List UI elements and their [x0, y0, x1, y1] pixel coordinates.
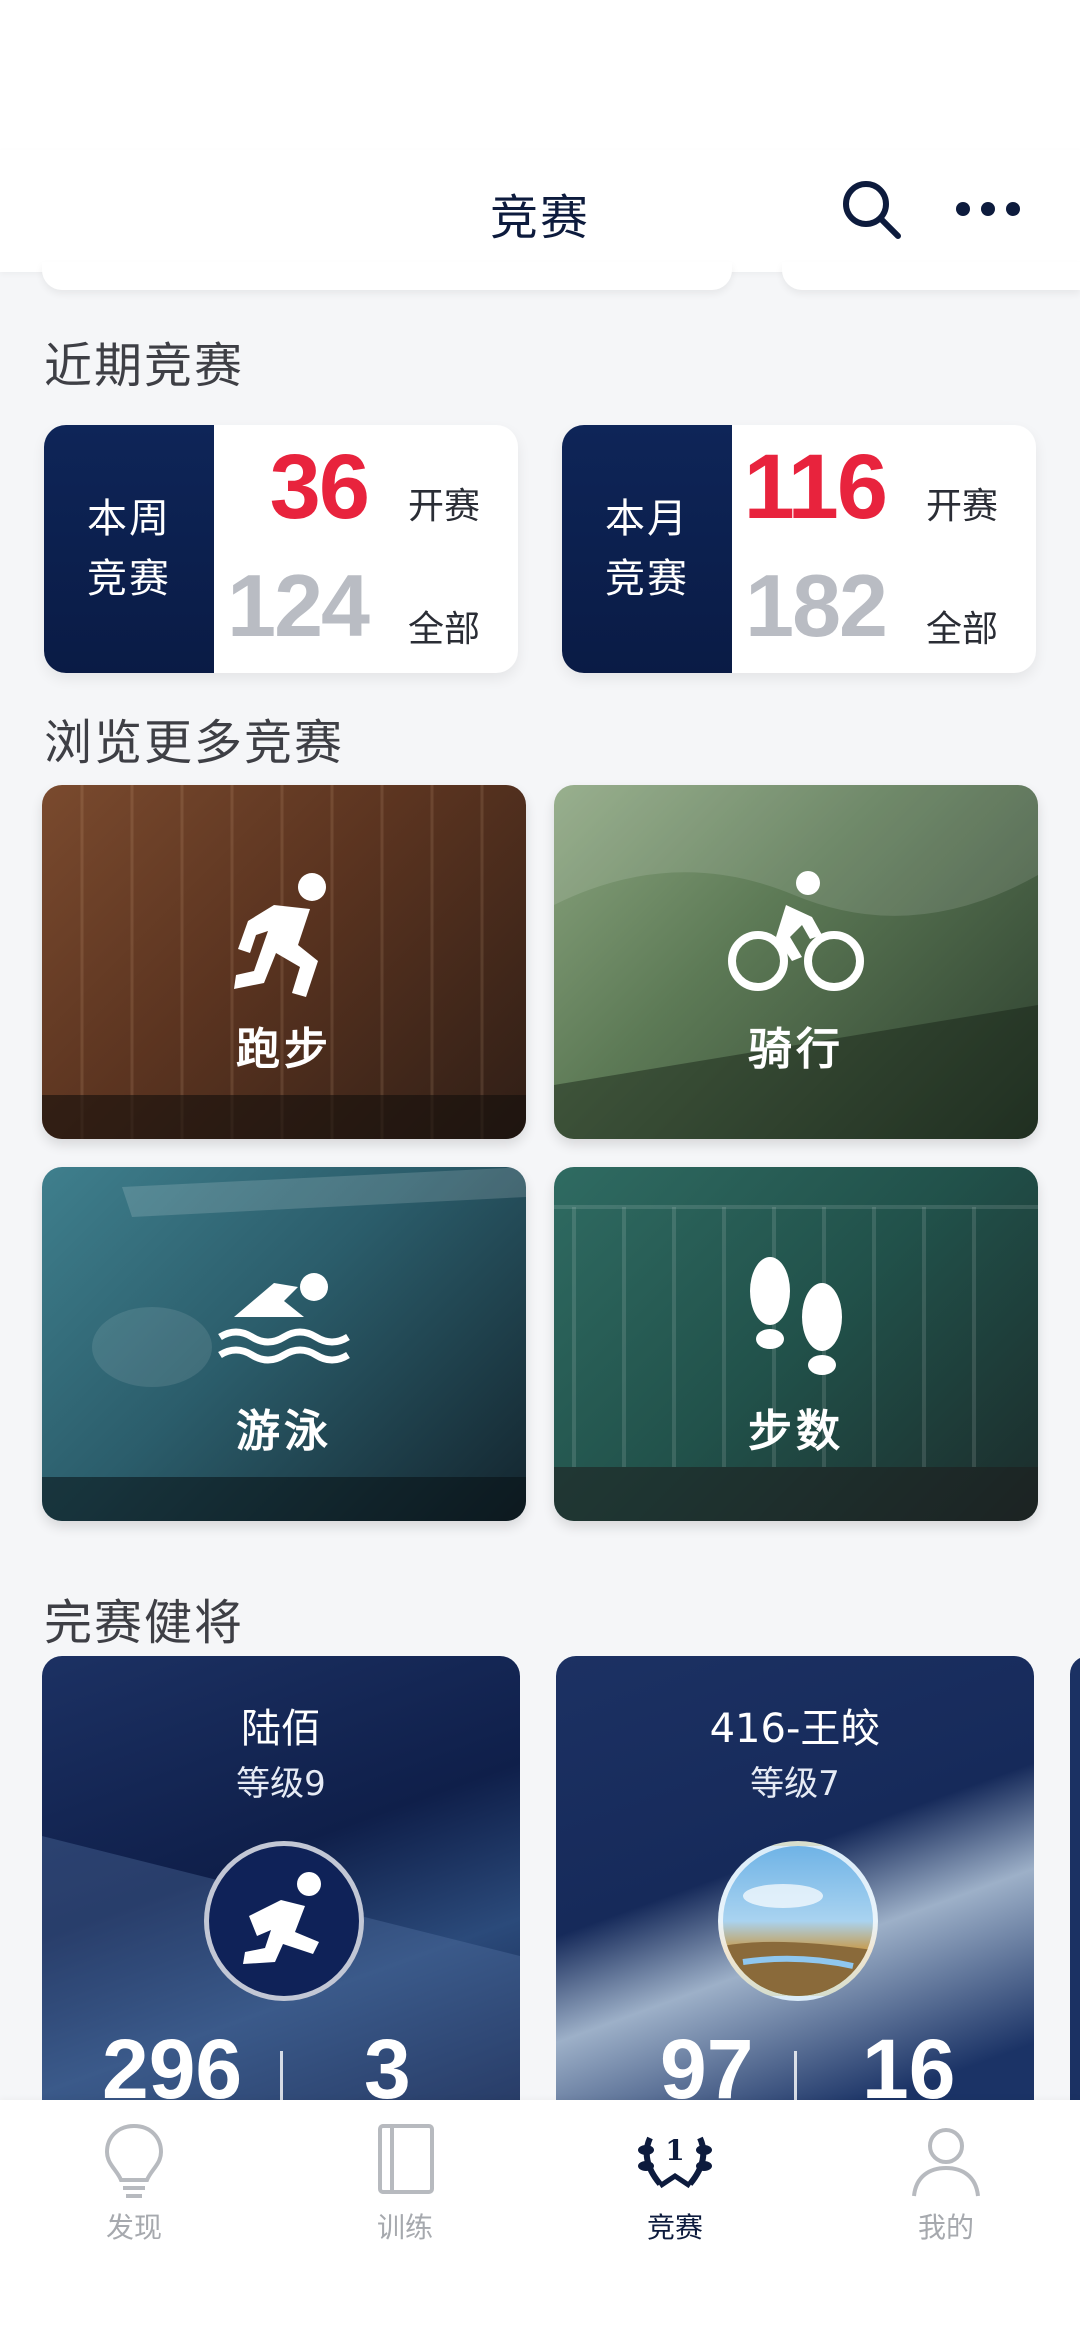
more-icon [956, 202, 1020, 216]
nav-item-discover[interactable]: 发现 [34, 2120, 234, 2270]
weekly-competition-card[interactable]: 本周 竞赛 36 开赛 124 全部 [44, 425, 518, 673]
swimming-icon [218, 1273, 350, 1364]
browse-section-title: 浏览更多竞赛 [44, 715, 345, 771]
athlete-stat-left: 296 [102, 2022, 243, 2106]
total-count: 124 [227, 556, 370, 655]
carousel-card-partial[interactable] [782, 262, 1080, 290]
athlete-stat-right: 16 [862, 2022, 956, 2106]
athlete-level: 等级7 [750, 1764, 840, 1804]
athlete-name: 陆佰 [241, 1706, 321, 1752]
athlete-card[interactable]: 陆佰 等级9 296 3 [42, 1656, 520, 2106]
status-bar-area [0, 0, 1080, 150]
total-count: 182 [745, 556, 888, 655]
running-tile[interactable]: 跑步 [42, 785, 526, 1139]
running-icon [234, 873, 326, 997]
open-count: 116 [743, 436, 888, 538]
monthly-competition-card[interactable]: 本月 竞赛 116 开赛 182 全部 [562, 425, 1036, 673]
book-icon [378, 2124, 434, 2194]
bottom-navigation: 发现 训练 1 竞赛 我的 [0, 2100, 1080, 2339]
athlete-level: 等级9 [236, 1764, 326, 1804]
carousel-card-partial[interactable] [42, 262, 732, 290]
tile-label: 跑步 [236, 1024, 332, 1075]
card-side-label: 本周 竞赛 [44, 425, 214, 673]
open-count: 36 [269, 436, 370, 538]
athlete-card[interactable]: 416-王皎 等级7 97 16 [556, 1656, 1034, 2106]
footprints-icon [750, 1257, 842, 1375]
finishers-section-title: 完赛健将 [44, 1595, 245, 1651]
side-label-line2: 竞赛 [605, 556, 689, 602]
tile-label: 游泳 [236, 1406, 332, 1457]
more-button[interactable] [948, 174, 1038, 244]
nav-item-competition[interactable]: 1 竞赛 [575, 2120, 775, 2270]
total-label: 全部 [407, 609, 480, 650]
nav-label: 竞赛 [646, 2211, 703, 2244]
search-button[interactable] [836, 174, 906, 244]
page-title: 竞赛 [489, 190, 590, 246]
avatar[interactable] [204, 1841, 364, 2001]
total-label: 全部 [925, 609, 998, 650]
user-icon [912, 2128, 980, 2197]
nav-item-training[interactable]: 训练 [305, 2120, 505, 2270]
recent-section-title: 近期竞赛 [44, 338, 245, 394]
side-label-line2: 竞赛 [87, 556, 171, 602]
cycling-tile[interactable]: 骑行 [554, 785, 1038, 1139]
runner-avatar-icon [243, 1872, 321, 1964]
swimming-tile[interactable]: 游泳 [42, 1167, 526, 1521]
nav-label: 我的 [917, 2211, 974, 2244]
competition-badge-number: 1 [665, 2134, 684, 2167]
open-label: 开赛 [407, 486, 480, 527]
steps-tile[interactable]: 步数 [554, 1167, 1038, 1521]
lightbulb-icon [104, 2123, 164, 2198]
cycling-icon [728, 871, 864, 991]
nav-label: 发现 [105, 2211, 162, 2244]
landscape-avatar-icon [723, 1884, 873, 1996]
top-bar: 竞赛 [0, 150, 1080, 272]
avatar[interactable] [718, 1841, 878, 2001]
search-icon [843, 181, 901, 239]
athlete-stat-right: 3 [364, 2022, 411, 2106]
stat-divider [280, 2051, 283, 2106]
side-label-line1: 本周 [87, 496, 171, 542]
stat-divider [794, 2051, 797, 2106]
athlete-name: 416-王皎 [709, 1706, 881, 1752]
side-label-line1: 本月 [605, 496, 689, 542]
nav-label: 训练 [376, 2211, 433, 2244]
card-side-label: 本月 竞赛 [562, 425, 732, 673]
tile-label: 骑行 [748, 1024, 844, 1075]
athlete-card-peek[interactable] [1070, 1656, 1080, 2106]
nav-item-profile[interactable]: 我的 [846, 2120, 1046, 2270]
laurel-trophy-icon: 1 [638, 2134, 712, 2189]
tile-label: 步数 [748, 1406, 844, 1457]
athlete-stat-left: 97 [660, 2022, 754, 2106]
open-label: 开赛 [925, 486, 998, 527]
